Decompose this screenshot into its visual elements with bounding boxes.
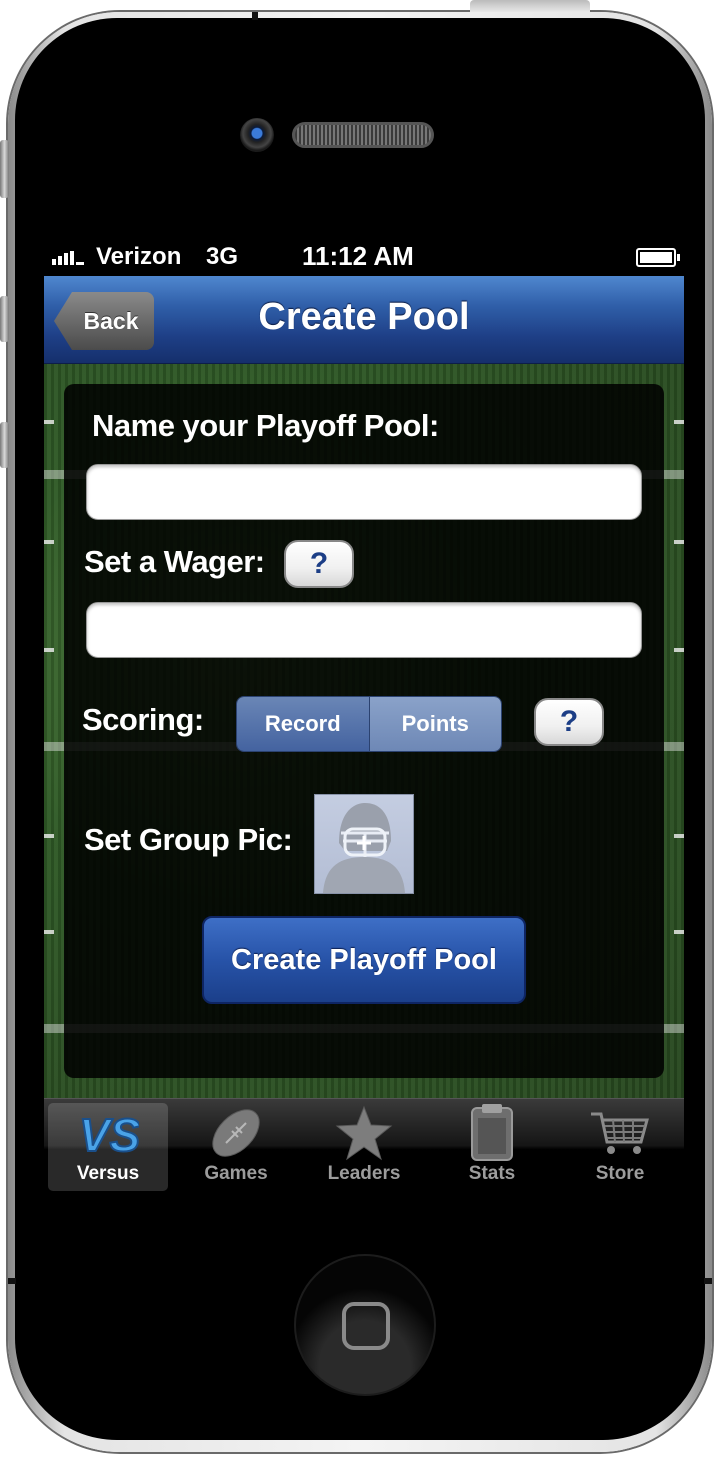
scoring-option-record[interactable]: Record <box>237 697 370 751</box>
wager-input[interactable] <box>86 602 642 658</box>
tab-bar: VS Versus Games Leaders Stats Store <box>44 1098 684 1196</box>
hash-mark <box>674 420 684 424</box>
create-playoff-pool-button[interactable]: Create Playoff Pool <box>202 916 526 1004</box>
football-icon <box>206 1103 266 1163</box>
hash-mark <box>44 648 54 652</box>
tab-versus[interactable]: VS Versus <box>48 1103 168 1191</box>
volume-up-button <box>0 296 9 342</box>
earpiece-speaker <box>292 122 434 148</box>
hash-mark <box>44 930 54 934</box>
scoring-segmented-control[interactable]: Record Points <box>236 696 502 752</box>
battery-icon <box>636 248 680 267</box>
hash-mark <box>674 540 684 544</box>
tab-games[interactable]: Games <box>176 1103 296 1191</box>
wager-help-button[interactable]: ? <box>284 540 354 588</box>
volume-down-button <box>0 422 9 468</box>
signal-strength-icon <box>52 251 84 265</box>
star-icon <box>335 1103 393 1163</box>
front-camera <box>240 118 274 152</box>
home-button[interactable] <box>294 1254 436 1396</box>
sleep-wake-button <box>470 0 590 12</box>
vs-icon: VS <box>77 1103 139 1163</box>
group-pic-button[interactable] <box>314 794 414 894</box>
tab-label: Leaders <box>327 1163 401 1184</box>
pool-name-label: Name your Playoff Pool: <box>92 408 439 443</box>
hash-mark <box>674 930 684 934</box>
home-square-icon <box>342 1302 390 1350</box>
wager-label: Set a Wager: <box>84 544 265 579</box>
scoring-label: Scoring: <box>82 702 204 737</box>
football-helmet-add-icon <box>323 803 405 893</box>
status-bar: Verizon 3G 11:12 AM <box>44 240 684 276</box>
svg-text:VS: VS <box>79 1109 139 1159</box>
tab-label: Store <box>595 1163 645 1184</box>
hash-mark <box>44 834 54 838</box>
tab-label: Stats <box>468 1163 516 1184</box>
page-title: Create Pool <box>258 296 470 338</box>
scoring-option-points[interactable]: Points <box>369 697 501 751</box>
pool-name-input[interactable] <box>86 464 642 520</box>
clipboard-icon <box>470 1103 514 1163</box>
antenna-band <box>252 12 258 20</box>
group-pic-label: Set Group Pic: <box>84 822 293 857</box>
status-time: 11:12 AM <box>302 241 414 271</box>
screen: Verizon 3G 11:12 AM Back Create Pool Nam… <box>44 240 684 1196</box>
antenna-band <box>704 1278 712 1284</box>
tab-label: Versus <box>76 1163 140 1184</box>
shopping-cart-icon <box>589 1103 651 1163</box>
tab-store[interactable]: Store <box>560 1103 680 1191</box>
hash-mark <box>44 540 54 544</box>
antenna-band <box>8 1278 16 1284</box>
carrier-name: Verizon <box>96 243 182 270</box>
tab-label: Games <box>204 1163 268 1184</box>
tab-leaders[interactable]: Leaders <box>304 1103 424 1191</box>
tab-stats[interactable]: Stats <box>432 1103 552 1191</box>
hash-mark <box>674 834 684 838</box>
mute-switch <box>0 140 9 198</box>
network-type: 3G <box>206 243 239 270</box>
hash-mark <box>674 648 684 652</box>
hash-mark <box>44 420 54 424</box>
create-pool-form: Name your Playoff Pool: Set a Wager: ? S… <box>64 384 664 1078</box>
navigation-bar: Back Create Pool <box>44 276 684 364</box>
scoring-help-button[interactable]: ? <box>534 698 604 746</box>
